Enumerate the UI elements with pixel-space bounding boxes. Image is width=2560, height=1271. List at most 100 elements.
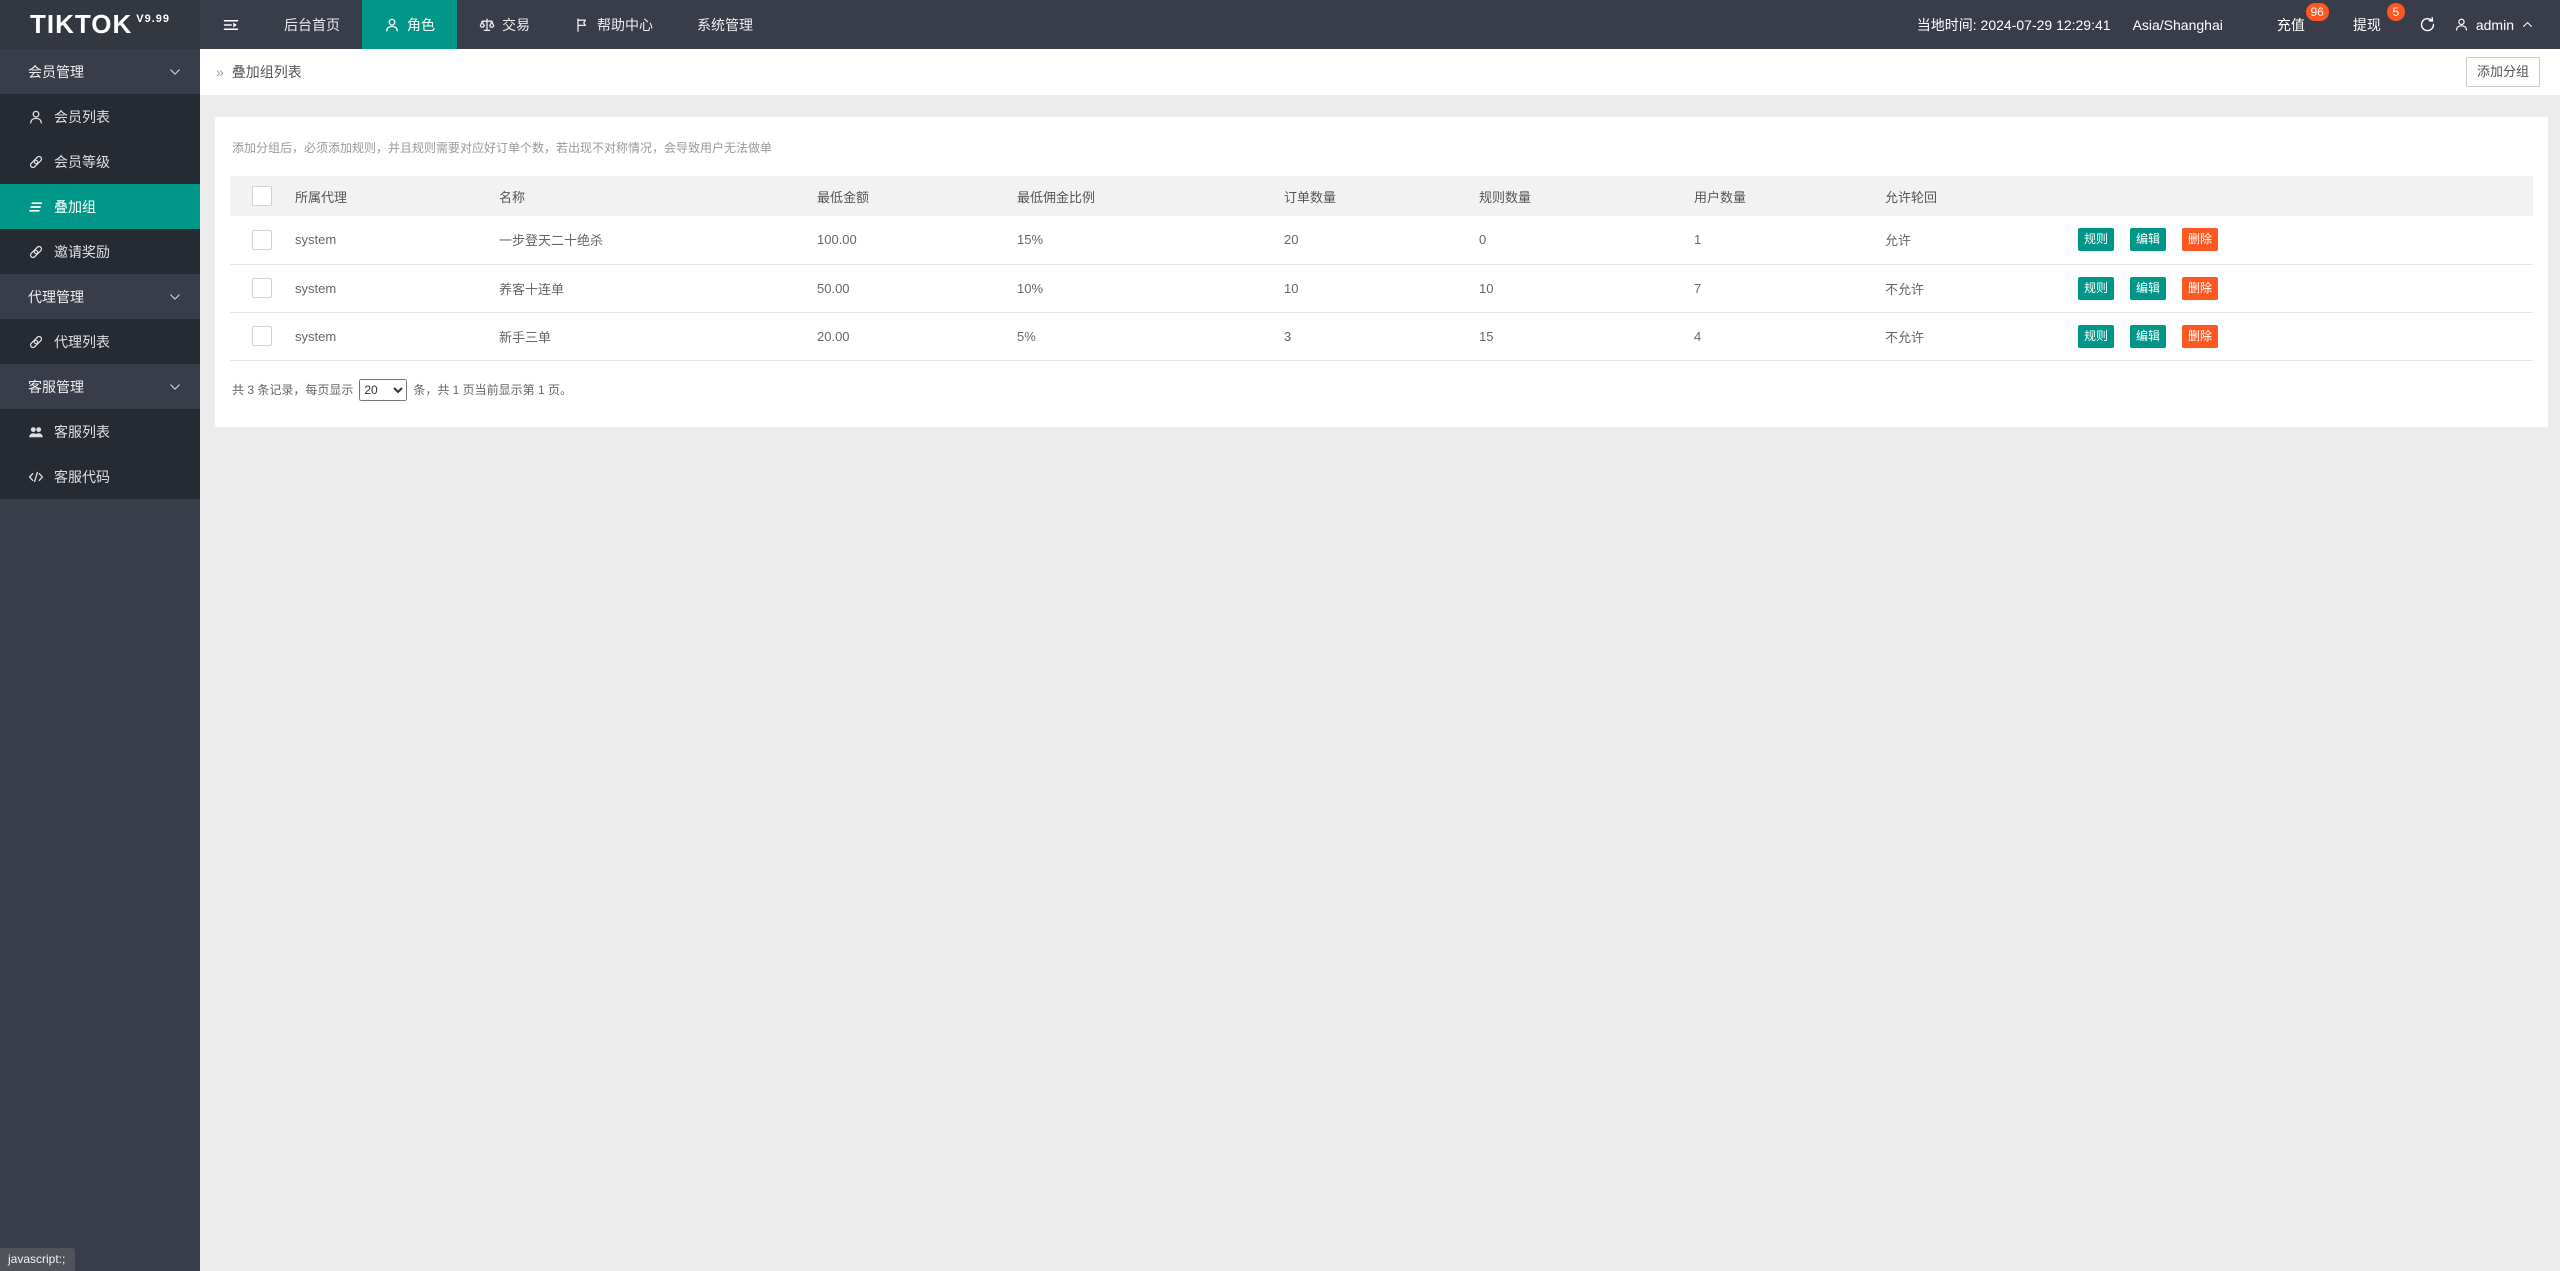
table-row: system 养客十连单 50.00 10% 10 10 7 不允许 规则 编辑 删除: [230, 264, 2533, 312]
nav-item-3[interactable]: 帮助中心: [552, 0, 675, 49]
recharge-badge: 96: [2305, 3, 2329, 21]
logo-text: TIKTOK: [29, 9, 133, 39]
sidebar-item-label: 会员列表: [54, 108, 110, 125]
cell-orders: 10: [1284, 280, 1299, 296]
admin-menu[interactable]: admin: [2454, 17, 2534, 33]
sidebar-group-0[interactable]: 会员管理: [0, 49, 200, 94]
user-icon: [2454, 17, 2469, 32]
rule-button[interactable]: 规则: [2078, 324, 2115, 348]
withdraw-button[interactable]: 提现 5: [2339, 0, 2405, 49]
column-header-6: 用户数量: [1694, 189, 1747, 205]
sidebar-group-2[interactable]: 客服管理: [0, 364, 200, 409]
cell-min-amount: 50.00: [817, 280, 850, 296]
column-header-5: 规则数量: [1479, 189, 1532, 205]
menu-spread-icon: [222, 16, 240, 34]
recharge-button[interactable]: 充值 96: [2263, 0, 2329, 49]
refresh-icon: [2419, 16, 2436, 33]
cell-agent: system: [295, 280, 337, 296]
cell-min-amount: 20.00: [817, 328, 850, 344]
column-header-7: 允许轮回: [1885, 189, 1938, 205]
pagination-prefix: 共 3 条记录，每页显示: [232, 383, 354, 397]
cell-rules: 0: [1479, 232, 1487, 248]
page-size-select[interactable]: 20: [359, 378, 408, 401]
cell-name: 养客十连单: [499, 281, 565, 297]
delete-button[interactable]: 删除: [2182, 324, 2219, 348]
cell-orders: 20: [1284, 232, 1299, 248]
top-nav: 后台首页 角色 交易 帮助中心 系统管理: [262, 0, 775, 49]
cell-name: 新手三单: [499, 329, 552, 345]
sidebar-item-label: 代理列表: [54, 333, 110, 350]
sidebar-item-客服列表[interactable]: 客服列表: [0, 409, 200, 454]
cell-rules: 10: [1479, 280, 1494, 296]
sidebar-group-1[interactable]: 代理管理: [0, 274, 200, 319]
link-icon: [28, 244, 44, 260]
row-select-cell: [230, 216, 295, 264]
main-content: » 叠加组列表 添加分组 添加分组后，必须添加规则，并且规则需要对应好订单个数，…: [200, 49, 2560, 427]
withdraw-label: 提现: [2352, 16, 2381, 33]
cell-min-amount: 100.00: [817, 232, 857, 248]
sidebar-item-叠加组[interactable]: 叠加组: [0, 184, 200, 229]
withdraw-badge: 5: [2386, 3, 2405, 21]
breadcrumb: » 叠加组列表: [216, 62, 302, 82]
table-row: system 新手三单 20.00 5% 3 15 4 不允许 规则 编辑 删除: [230, 312, 2533, 360]
cell-recycle: 不允许: [1885, 281, 1925, 297]
nav-item-0[interactable]: 后台首页: [262, 0, 362, 49]
code-icon: [28, 469, 44, 485]
sidebar-item-label: 客服代码: [54, 468, 110, 485]
person-icon: [384, 17, 400, 33]
cell-name: 一步登天二十绝杀: [499, 233, 604, 249]
row-checkbox[interactable]: [252, 326, 272, 346]
sidebar-item-邀请奖励[interactable]: 邀请奖励: [0, 229, 200, 274]
cell-actions: 规则 编辑 删除: [2078, 216, 2533, 264]
sidebar-item-会员列表[interactable]: 会员列表: [0, 94, 200, 139]
refresh-button[interactable]: [2419, 16, 2436, 33]
rule-button[interactable]: 规则: [2078, 276, 2115, 300]
sidebar-item-客服代码[interactable]: 客服代码: [0, 454, 200, 499]
row-checkbox[interactable]: [252, 278, 272, 298]
column-header-0: 所属代理: [295, 189, 348, 205]
admin-username: admin: [2475, 16, 2514, 33]
nav-item-4[interactable]: 系统管理: [675, 0, 775, 49]
nav-item-1[interactable]: 角色: [362, 0, 457, 49]
nav-item-label: 交易: [502, 16, 530, 33]
rule-button[interactable]: 规则: [2078, 228, 2115, 252]
local-time: 当地时间: 2024-07-29 12:29:41: [1916, 16, 2111, 33]
delete-button[interactable]: 删除: [2182, 276, 2219, 300]
nav-item-label: 角色: [407, 16, 435, 33]
recharge-label: 充值: [2276, 16, 2305, 33]
edit-button[interactable]: 编辑: [2130, 324, 2167, 348]
breadcrumb-current: 叠加组列表: [231, 64, 302, 80]
select-all-checkbox[interactable]: [252, 186, 272, 206]
add-group-button[interactable]: 添加分组: [2465, 57, 2540, 87]
sidebar-item-label: 会员等级: [54, 153, 110, 170]
sidebar-submenu-0: 会员列表会员等级叠加组 邀请奖励: [0, 94, 200, 274]
nav-item-label: 帮助中心: [597, 16, 653, 33]
row-checkbox[interactable]: [252, 229, 272, 250]
cell-min-commission: 15%: [1017, 232, 1044, 248]
sidebar-item-代理列表[interactable]: 代理列表: [0, 319, 200, 364]
cell-orders: 3: [1284, 328, 1292, 344]
link-icon: [28, 154, 44, 170]
hint-text: 添加分组后，必须添加规则，并且规则需要对应好订单个数，若出现不对称情况，会导致用…: [232, 141, 773, 155]
row-select-cell: [230, 312, 295, 360]
cell-rules: 15: [1479, 328, 1494, 344]
edit-button[interactable]: 编辑: [2130, 276, 2167, 300]
menu-toggle-button[interactable]: [200, 0, 262, 49]
row-select-cell: [230, 264, 295, 312]
cell-min-commission: 5%: [1017, 328, 1036, 344]
sidebar-submenu-1: 代理列表: [0, 319, 200, 364]
delete-button[interactable]: 删除: [2182, 228, 2219, 252]
cell-actions: 规则 编辑 删除: [2078, 264, 2533, 312]
edit-button[interactable]: 编辑: [2130, 228, 2167, 252]
column-header-3: 最低佣金比例: [1017, 189, 1096, 205]
sidebar-group-label: 代理管理: [28, 288, 84, 305]
sidebar-group-label: 会员管理: [28, 63, 84, 80]
sidebar-submenu-2: 客服列表客服代码: [0, 409, 200, 499]
person-icon: [28, 109, 44, 125]
logo-version: V9.99: [136, 12, 171, 25]
nav-item-label: 系统管理: [697, 16, 753, 33]
nav-item-label: 后台首页: [284, 16, 340, 33]
sidebar-item-会员等级[interactable]: 会员等级: [0, 139, 200, 184]
nav-item-2[interactable]: 交易: [457, 0, 552, 49]
table-row: system 一步登天二十绝杀 100.00 15% 20 0 1 允许 规则 编辑 删除: [230, 216, 2533, 264]
